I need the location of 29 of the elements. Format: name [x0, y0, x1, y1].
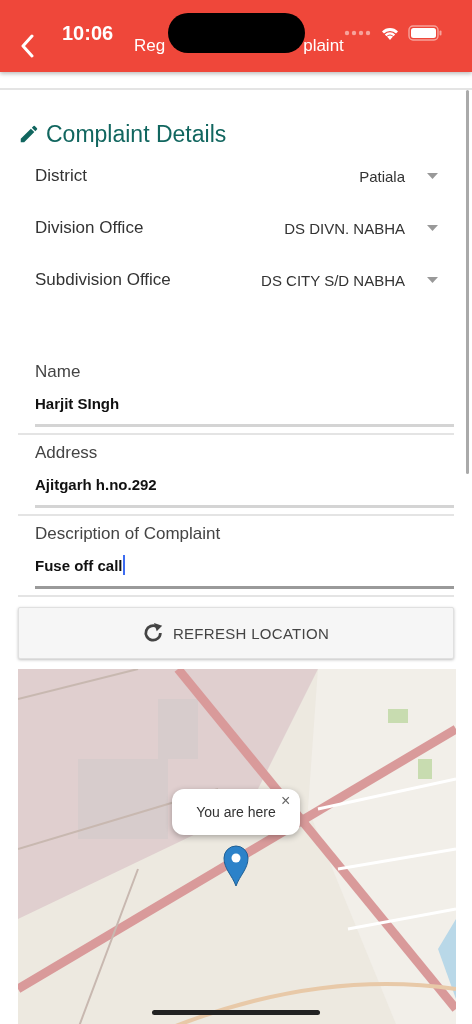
dropdown[interactable]: DS DIVN. NABHA: [284, 219, 438, 237]
back-button[interactable]: [20, 34, 34, 58]
dropdown[interactable]: DS CITY S/D NABHA: [261, 271, 438, 289]
map-pin-icon: [223, 845, 249, 887]
input-field[interactable]: Harjit SIngh: [35, 390, 454, 427]
header-title: Reg: [134, 36, 166, 56]
header-title: plaint: [303, 36, 344, 56]
signal-icon: [344, 30, 372, 36]
caret-icon: [427, 173, 438, 179]
refresh-icon: [142, 623, 165, 643]
input-field[interactable]: Ajitgarh h.no.292: [35, 471, 454, 508]
refresh-location-button[interactable]: REFRESH LOCATION: [18, 607, 454, 659]
dropdown[interactable]: Patiala: [359, 167, 438, 185]
select-label: Subdivision Office: [35, 270, 171, 290]
select-label: Division Office: [35, 218, 144, 238]
field-label: Description of Complaint: [35, 524, 222, 544]
field-label: Name: [35, 362, 82, 382]
caret-icon: [427, 225, 438, 231]
caret-icon: [427, 277, 438, 283]
section-title: Complaint Details: [46, 120, 227, 148]
input-field[interactable]: Fuse off call: [35, 552, 454, 589]
pencil-icon: [18, 123, 40, 145]
wifi-icon: [380, 25, 400, 41]
status-time: 10:06: [62, 21, 114, 45]
battery-icon: [408, 25, 442, 41]
close-button[interactable]: ×: [281, 793, 291, 809]
popup-text: You are here: [196, 804, 276, 820]
select-label: District: [35, 166, 87, 186]
field-label: Address: [35, 443, 99, 463]
